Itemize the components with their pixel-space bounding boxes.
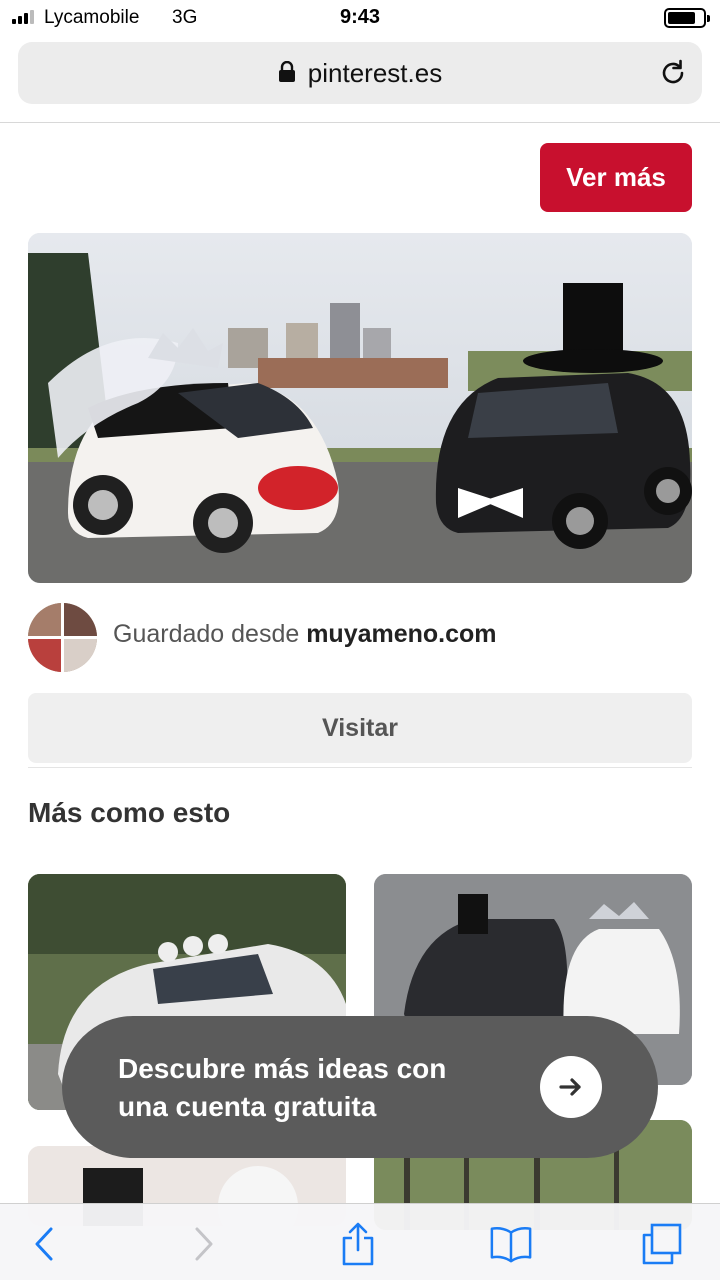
section-divider	[28, 767, 692, 768]
url-text: pinterest.es	[307, 57, 443, 88]
signup-arrow-button[interactable]	[540, 1056, 602, 1118]
book-icon	[490, 1226, 532, 1263]
visit-button[interactable]: Visitar	[28, 693, 692, 763]
signup-toast[interactable]: Descubre más ideas con una cuenta gratui…	[62, 1016, 658, 1158]
status-time: 9:43	[339, 6, 381, 28]
status-bar: Lycamobile 3G 9:43	[0, 0, 720, 36]
pin-image[interactable]	[28, 233, 692, 583]
header-divider	[0, 122, 720, 123]
share-icon	[342, 1222, 374, 1266]
tabs-button[interactable]	[640, 1222, 684, 1266]
tabs-icon	[642, 1223, 682, 1265]
share-button[interactable]	[336, 1222, 380, 1266]
back-button[interactable]	[22, 1222, 66, 1266]
source-avatar[interactable]	[28, 603, 97, 672]
battery-icon	[664, 8, 710, 28]
signup-toast-line-1: Descubre más ideas con	[118, 1053, 447, 1084]
forward-button[interactable]	[182, 1222, 226, 1266]
reload-icon[interactable]	[658, 58, 688, 88]
arrow-right-icon	[559, 1078, 581, 1096]
signup-toast-line-2: una cuenta gratuita	[118, 1091, 377, 1122]
saved-from-label: Guardado desde	[113, 620, 307, 648]
more-like-this-title: Más como esto	[28, 797, 231, 828]
address-bar[interactable]: pinterest.es	[18, 42, 702, 104]
chevron-right-icon	[195, 1227, 213, 1261]
saved-from-text: Guardado desde muyameno.com	[113, 620, 497, 649]
chevron-left-icon	[35, 1227, 53, 1261]
lock-icon	[278, 61, 295, 82]
signup-toast-text: Descubre más ideas con una cuenta gratui…	[118, 1050, 518, 1126]
browser-toolbar	[0, 1203, 720, 1280]
source-domain-link[interactable]: muyameno.com	[306, 620, 496, 648]
ver-mas-button[interactable]: Ver más	[540, 143, 692, 212]
bookmarks-button[interactable]	[489, 1222, 533, 1266]
